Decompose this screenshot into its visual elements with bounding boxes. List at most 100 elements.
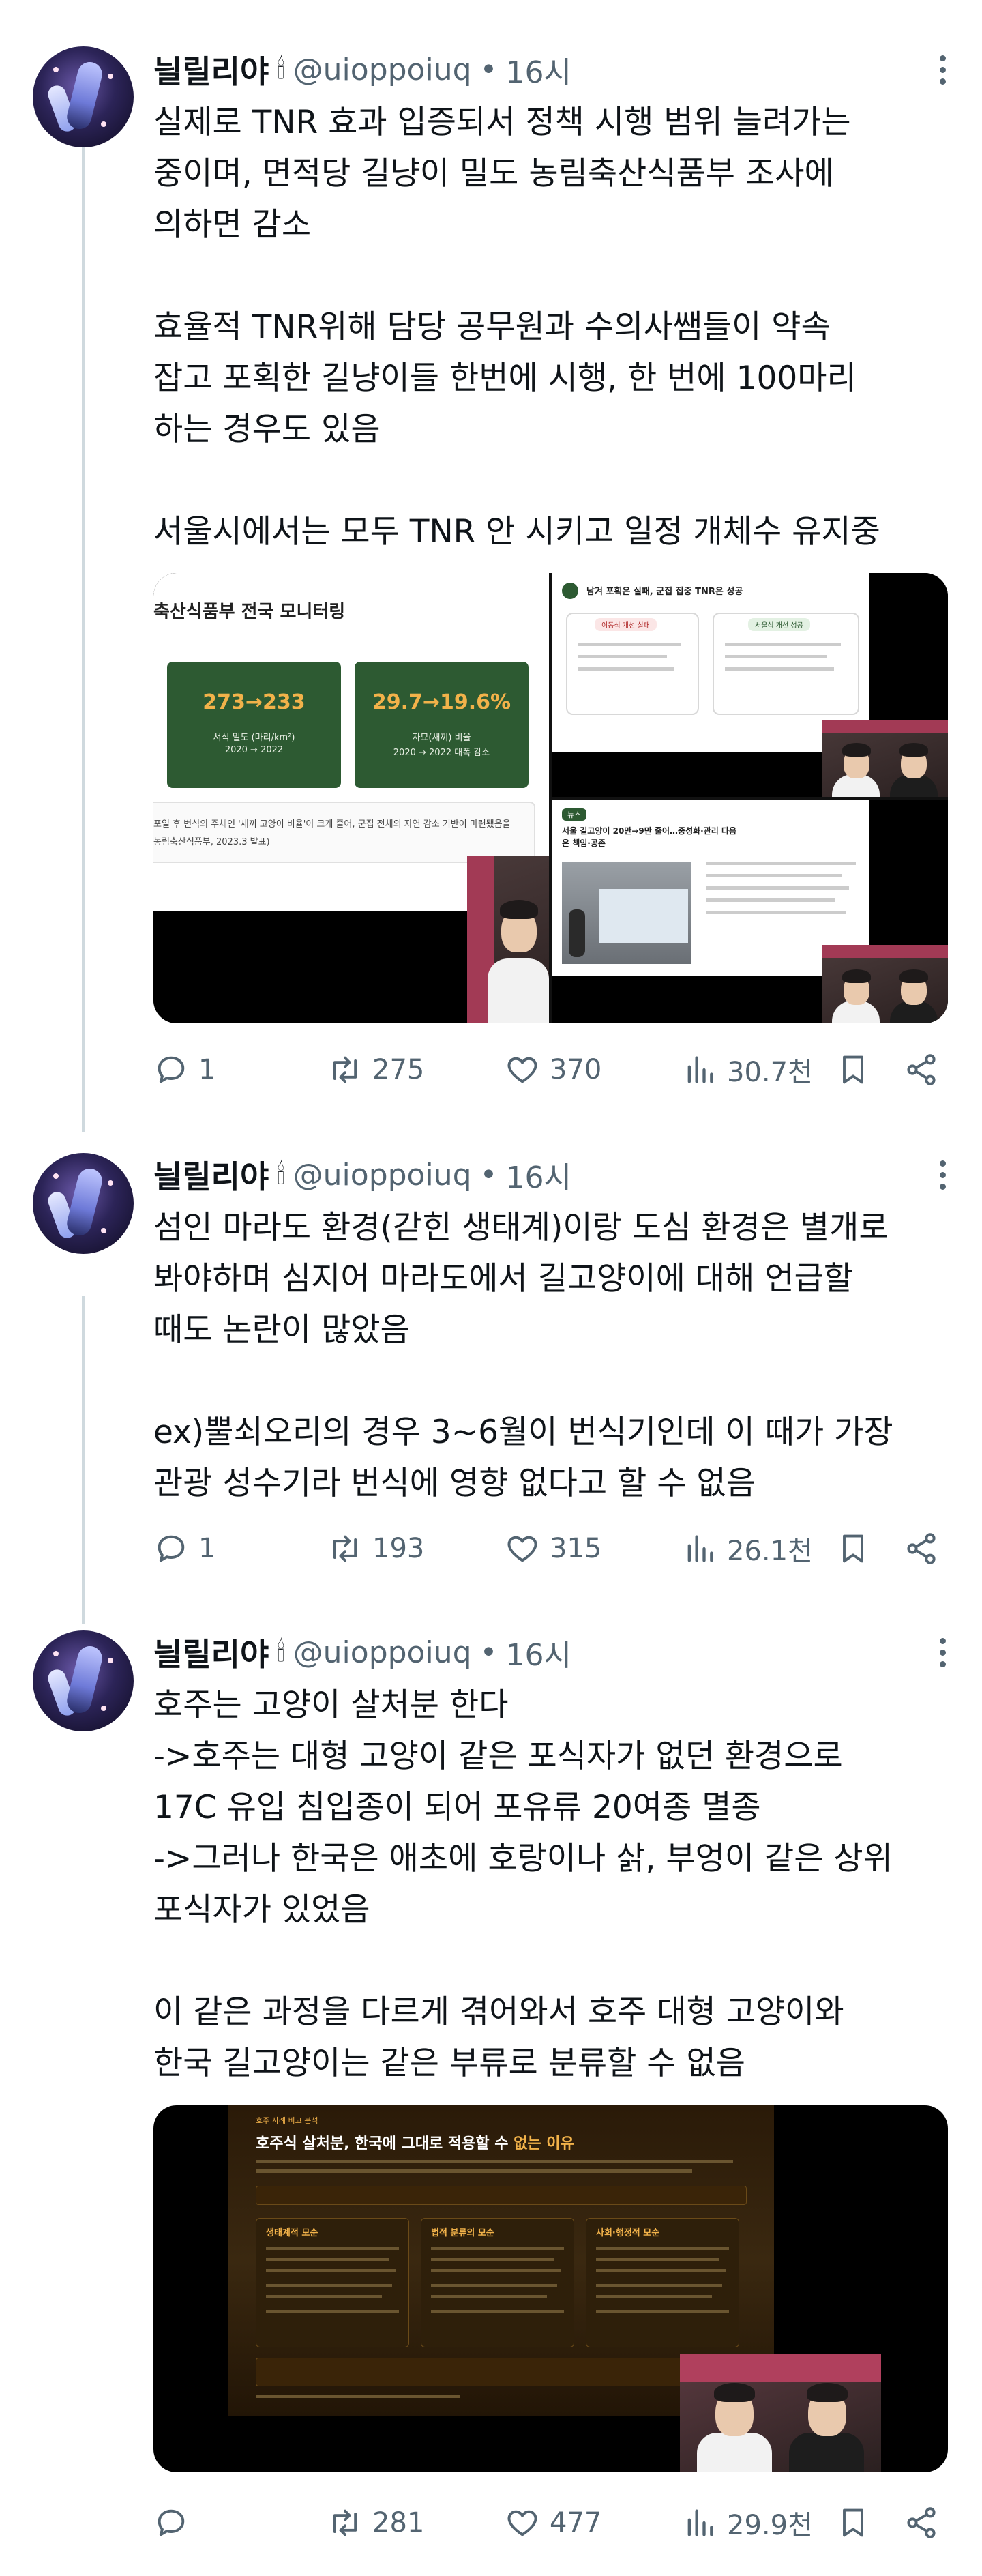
- tweet-actions: 281 477 29.9천: [153, 2502, 955, 2543]
- slide-column-title: 사회·행정적 모순: [596, 2228, 660, 2238]
- timestamp[interactable]: 16시: [505, 1630, 571, 1674]
- text-line: 포식자가 있었음: [153, 1891, 370, 1929]
- slide-tag: 호주 사례 비교 분석: [256, 2116, 318, 2125]
- webcam-overlay: [467, 856, 549, 1023]
- timestamp[interactable]: 16시: [505, 1153, 571, 1197]
- retweet-count: 281: [372, 2507, 425, 2538]
- retweet-icon: [333, 2509, 357, 2536]
- text-line: 중이며, 면적당 길냥이 밀도 농림축산식품부 조사에: [153, 155, 834, 192]
- media-image-top-right[interactable]: 남겨 포획은 실패, 군집 집중 TNR은 성공 이동식 개선 실패 서울식 개…: [552, 573, 948, 797]
- reply-button[interactable]: 1: [153, 1528, 215, 1569]
- tweet-actions: 1 193 315 26.1천: [153, 1528, 955, 1569]
- text-line: 의하면 감소: [153, 206, 312, 244]
- stat-label: 2020 → 2022 대폭 감소: [393, 748, 490, 758]
- media-image-bottom-right[interactable]: 뉴스 서울 길고양이 20만→9만 줄어…중성화·관리 다음은 책임·공존: [552, 800, 948, 1023]
- stat-label: 2020 → 2022: [224, 745, 284, 755]
- bookmark-button[interactable]: [835, 1049, 871, 1090]
- text-line: 봐야하며 심지어 마라도에서 길고양이에 대해 언급할: [153, 1260, 853, 1298]
- views-count: 29.9천: [727, 2510, 813, 2541]
- reply-icon: [158, 1056, 185, 1083]
- timestamp[interactable]: 16시: [505, 48, 571, 91]
- user-handle[interactable]: @uioppoiuq: [293, 1158, 472, 1192]
- bookmark-icon: [843, 1534, 863, 1563]
- share-button[interactable]: [904, 1528, 939, 1569]
- reply-count: 1: [198, 1054, 216, 1085]
- views-button[interactable]: 29.9천: [682, 2502, 813, 2543]
- tweet[interactable]: 늴릴리야 🕯 @uioppoiuq • 16시 호주는 고양이 살처분 한다 -…: [0, 1603, 982, 2576]
- retweet-button[interactable]: 275: [327, 1049, 424, 1090]
- text-line: 실제로 TNR 효과 입증되서 정책 시행 범위 늘려가는: [153, 104, 851, 141]
- separator-dot: •: [479, 1635, 498, 1670]
- share-icon: [907, 1054, 936, 1085]
- stat-label: 자묘(새끼) 비율: [412, 733, 471, 743]
- retweet-button[interactable]: 193: [327, 1528, 424, 1569]
- webcam-overlay: [680, 2354, 881, 2472]
- text-line: [153, 1935, 944, 1987]
- reply-button[interactable]: [153, 2502, 198, 2543]
- stat-label: 서식 밀도 (마리/km²): [213, 733, 295, 743]
- views-count: 26.1천: [727, 1536, 813, 1567]
- text-line: ->그러나 한국은 애초에 호랑이나 삵, 부엉이 같은 상위: [153, 1840, 893, 1877]
- tweet[interactable]: 늴릴리야 🕯 @uioppoiuq • 16시 실제로 TNR 효과 입증되서 …: [0, 0, 982, 1126]
- like-button[interactable]: 370: [505, 1049, 601, 1090]
- share-icon: [907, 2507, 936, 2538]
- retweet-count: 275: [372, 1054, 425, 1085]
- webcam-overlay: [822, 945, 948, 1023]
- slide-title-part: 호주식 살처분, 한국에 그대로 적용할 수: [256, 2135, 514, 2152]
- media-grid[interactable]: 축산식품부 전국 모니터링 273→233 서식 밀도 (마리/km²) 202…: [153, 573, 948, 1023]
- candle-emoji: 🕯: [277, 1637, 285, 1668]
- bookmark-icon: [843, 2508, 863, 2537]
- text-line: [153, 455, 944, 506]
- retweet-button[interactable]: 281: [327, 2502, 424, 2543]
- media-image[interactable]: 호주 사례 비교 분석 호주식 살처분, 한국에 그대로 적용할 수 없는 이유…: [153, 2105, 948, 2472]
- share-button[interactable]: [904, 2502, 939, 2543]
- display-name[interactable]: 늴릴리야: [153, 1630, 269, 1675]
- text-line: ex)뿔쇠오리의 경우 3~6월이 번식기인데 이 때가 가장: [153, 1414, 893, 1451]
- candle-emoji: 🕯: [277, 1159, 285, 1190]
- more-icon[interactable]: [936, 1632, 949, 1673]
- views-icon: [687, 1056, 713, 1083]
- views-button[interactable]: 26.1천: [682, 1528, 813, 1569]
- text-line: 이 같은 과정을 다르게 겪어와서 호주 대형 고양이와: [153, 1993, 844, 2031]
- like-count: 370: [550, 1054, 602, 1085]
- share-button[interactable]: [904, 1049, 939, 1090]
- slide-footnote: 포일 후 번식의 주체인 '새끼 고양이 비율'이 크게 줄어, 군집 전체의 …: [153, 802, 535, 863]
- stat-card: 273→233 서식 밀도 (마리/km²) 2020 → 2022: [167, 662, 341, 788]
- candle-emoji: 🕯: [277, 54, 285, 85]
- reply-button[interactable]: 1: [153, 1049, 215, 1090]
- tweet-header: 늴릴리야 🕯 @uioppoiuq • 16시: [153, 1152, 571, 1197]
- text-line: 관광 성수기라 번식에 영향 없다고 할 수 없음: [153, 1465, 756, 1502]
- display-name[interactable]: 늴릴리야: [153, 1152, 269, 1197]
- views-icon: [687, 1535, 713, 1562]
- tweet-header: 늴릴리야 🕯 @uioppoiuq • 16시: [153, 1632, 571, 1673]
- separator-dot: •: [479, 52, 498, 87]
- reply-icon: [158, 1535, 185, 1562]
- like-button[interactable]: 315: [505, 1528, 601, 1569]
- user-handle[interactable]: @uioppoiuq: [293, 53, 472, 87]
- views-count: 30.7천: [727, 1057, 813, 1088]
- slide-column: 사회·행정적 모순: [586, 2218, 739, 2347]
- avatar[interactable]: [33, 1153, 134, 1254]
- panel-card: 이동식 개선 실패: [566, 613, 699, 715]
- like-button[interactable]: 477: [505, 2502, 601, 2543]
- user-handle[interactable]: @uioppoiuq: [293, 1635, 472, 1670]
- more-icon[interactable]: [936, 49, 949, 90]
- share-icon: [907, 1533, 936, 1564]
- retweet-icon: [333, 1535, 357, 1562]
- footnote-line: 포일 후 번식의 주체인 '새끼 고양이 비율'이 크게 줄어, 군집 전체의 …: [153, 819, 511, 830]
- text-line: 호주는 고양이 살처분 한다: [153, 1686, 509, 1724]
- article-title: 서울 길고양이 20만→9만 줄어…중성화·관리 다음은 책임·공존: [562, 826, 737, 848]
- media-image-left[interactable]: 축산식품부 전국 모니터링 273→233 서식 밀도 (마리/km²) 202…: [153, 573, 549, 1023]
- views-button[interactable]: 30.7천: [682, 1049, 813, 1090]
- slide-title: 호주식 살처분, 한국에 그대로 적용할 수 없는 이유: [256, 2131, 574, 2153]
- avatar[interactable]: [33, 46, 134, 147]
- display-name[interactable]: 늴릴리야: [153, 47, 269, 92]
- like-icon: [507, 1057, 537, 1083]
- bookmark-button[interactable]: [835, 1528, 871, 1569]
- more-icon[interactable]: [936, 1154, 949, 1195]
- tweet[interactable]: 늴릴리야 🕯 @uioppoiuq • 16시 섬인 마라도 환경(갇힌 생태계…: [0, 1126, 982, 1603]
- bookmark-button[interactable]: [835, 2502, 871, 2543]
- avatar[interactable]: [33, 1630, 134, 1731]
- stat-value: 29.7→19.6%: [372, 690, 511, 714]
- text-line: [153, 1356, 944, 1407]
